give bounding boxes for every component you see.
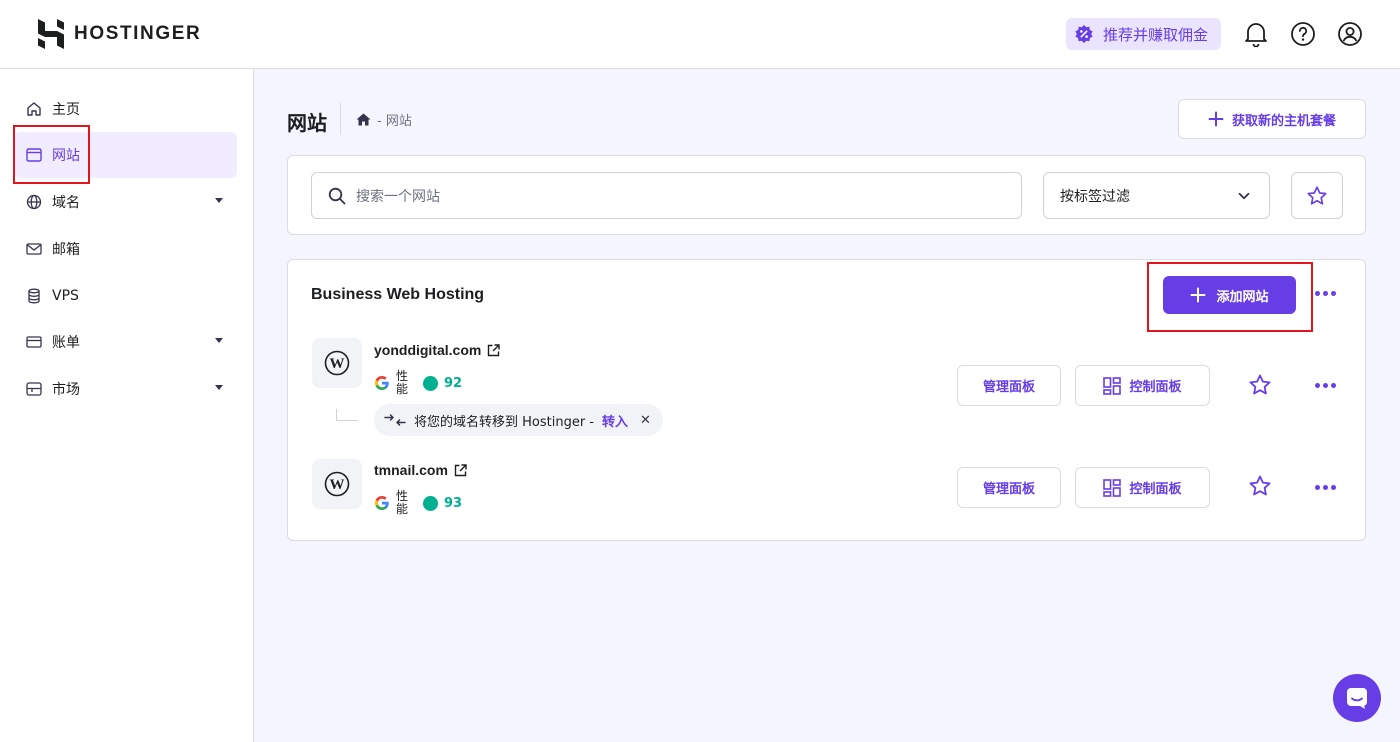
performance-label: 性能 xyxy=(396,489,409,516)
home-icon[interactable] xyxy=(356,113,371,126)
referral-label: 推荐并赚取佣金 xyxy=(1103,25,1209,44)
performance-score-value: 92 xyxy=(444,375,463,391)
brand-name: HOSTINGER xyxy=(74,23,202,44)
star-icon xyxy=(1307,185,1327,205)
mail-icon xyxy=(26,243,42,255)
control-panel-button[interactable]: 控制面板 xyxy=(1075,365,1210,406)
google-icon xyxy=(375,376,389,390)
chat-icon xyxy=(1347,688,1367,709)
account-button[interactable] xyxy=(1336,20,1364,48)
sidebar-item-marketplace[interactable]: 市场 xyxy=(14,366,237,412)
page-title: 网站 xyxy=(287,111,327,135)
referral-icon xyxy=(1075,25,1093,43)
title-divider xyxy=(340,103,341,135)
top-bar: HOSTINGER 推荐并赚取佣金 xyxy=(0,0,1400,69)
control-panel-label: 控制面板 xyxy=(1129,380,1182,395)
account-icon xyxy=(1338,22,1362,46)
google-icon xyxy=(375,496,389,510)
performance-score-value: 93 xyxy=(444,495,463,511)
svg-text:W: W xyxy=(330,356,345,372)
database-icon xyxy=(28,288,40,304)
search-placeholder: 搜索一个网站 xyxy=(356,188,440,205)
tag-filter-dropdown[interactable]: 按标签过滤 xyxy=(1043,172,1270,219)
card-icon xyxy=(26,336,42,348)
chat-support-button[interactable] xyxy=(1333,674,1381,722)
sidebar-item-label: VPS xyxy=(52,288,79,304)
dashboard-icon xyxy=(1103,376,1122,395)
sidebar-item-label: 邮箱 xyxy=(52,242,80,258)
wordpress-icon: W xyxy=(312,459,362,509)
tree-connector xyxy=(336,409,358,421)
highlight-box-add-website xyxy=(1147,262,1313,332)
transfer-in-link[interactable]: 转入 xyxy=(602,411,628,430)
site-domain: tmnail.com xyxy=(374,462,448,478)
hostinger-logo-icon xyxy=(38,19,64,49)
get-hosting-plan-label: 获取新的主机套餐 xyxy=(1231,113,1336,129)
score-status-dot xyxy=(423,495,438,511)
performance-score: 性能 93 xyxy=(374,490,462,516)
site-more-options-icon[interactable] xyxy=(1315,383,1336,388)
external-link-icon xyxy=(488,343,501,356)
manage-panel-button[interactable]: 管理面板 xyxy=(957,365,1061,406)
search-icon xyxy=(328,187,346,204)
site-more-options-icon[interactable] xyxy=(1315,485,1336,490)
sidebar-item-label: 市场 xyxy=(52,382,80,398)
help-icon xyxy=(1291,22,1315,46)
close-icon[interactable]: ✕ xyxy=(640,413,651,428)
sidebar-item-label: 账单 xyxy=(52,335,80,351)
search-panel: 搜索一个网站 按标签过滤 xyxy=(287,155,1366,235)
favorites-filter-button[interactable] xyxy=(1291,172,1343,219)
home-icon xyxy=(27,102,41,116)
get-hosting-plan-button[interactable]: 获取新的主机套餐 xyxy=(1178,99,1366,139)
sidebar-item-vps[interactable]: VPS xyxy=(14,273,237,319)
globe-icon xyxy=(26,194,42,210)
breadcrumb-current: - 网站 xyxy=(377,114,412,129)
chevron-down-icon xyxy=(215,198,223,203)
sidebar-item-domains[interactable]: 域名 xyxy=(14,179,237,225)
site-domain: yonddigital.com xyxy=(374,342,482,358)
store-icon xyxy=(26,382,42,396)
manage-panel-button[interactable]: 管理面板 xyxy=(957,467,1061,508)
dashboard-icon xyxy=(1103,478,1122,497)
star-icon[interactable] xyxy=(1248,474,1272,498)
score-status-dot xyxy=(423,375,438,391)
control-panel-button[interactable]: 控制面板 xyxy=(1075,467,1210,508)
help-button[interactable] xyxy=(1289,20,1317,48)
sidebar-item-label: 域名 xyxy=(52,195,80,211)
performance-score: 性能 92 xyxy=(374,370,462,396)
highlight-box-websites xyxy=(13,125,90,184)
plan-more-options-icon[interactable] xyxy=(1315,291,1336,296)
search-input[interactable]: 搜索一个网站 xyxy=(311,172,1022,219)
sidebar-item-billing[interactable]: 账单 xyxy=(14,319,237,365)
hostinger-logo[interactable]: HOSTINGER xyxy=(38,19,201,49)
domain-transfer-notice: 将您的域名转移到 Hostinger - 转入 ✕ xyxy=(374,404,663,436)
bell-icon xyxy=(1245,23,1267,47)
chevron-down-icon xyxy=(1238,192,1250,200)
chevron-down-icon xyxy=(215,338,223,343)
manage-panel-label: 管理面板 xyxy=(982,380,1035,395)
sidebar-item-email[interactable]: 邮箱 xyxy=(14,226,237,272)
breadcrumb: - 网站 xyxy=(356,110,412,129)
sidebar-item-label: 主页 xyxy=(52,102,80,118)
manage-panel-label: 管理面板 xyxy=(982,482,1035,497)
notifications-button[interactable] xyxy=(1242,20,1270,48)
wordpress-icon: W xyxy=(312,338,362,388)
plus-icon xyxy=(1208,111,1224,127)
transfer-arrows-icon xyxy=(384,414,406,426)
tag-filter-label: 按标签过滤 xyxy=(1060,188,1130,205)
external-link-icon xyxy=(454,463,467,476)
site-domain-link[interactable]: yonddigital.com xyxy=(374,342,501,358)
control-panel-label: 控制面板 xyxy=(1129,482,1182,497)
star-icon[interactable] xyxy=(1248,373,1272,397)
site-domain-link[interactable]: tmnail.com xyxy=(374,462,467,478)
svg-text:W: W xyxy=(330,477,345,493)
chevron-down-icon xyxy=(215,385,223,390)
performance-label: 性能 xyxy=(396,369,409,396)
transfer-text: 将您的域名转移到 Hostinger - xyxy=(414,414,595,430)
referral-button[interactable]: 推荐并赚取佣金 xyxy=(1066,18,1221,50)
hosting-plan-title: Business Web Hosting xyxy=(311,286,485,303)
